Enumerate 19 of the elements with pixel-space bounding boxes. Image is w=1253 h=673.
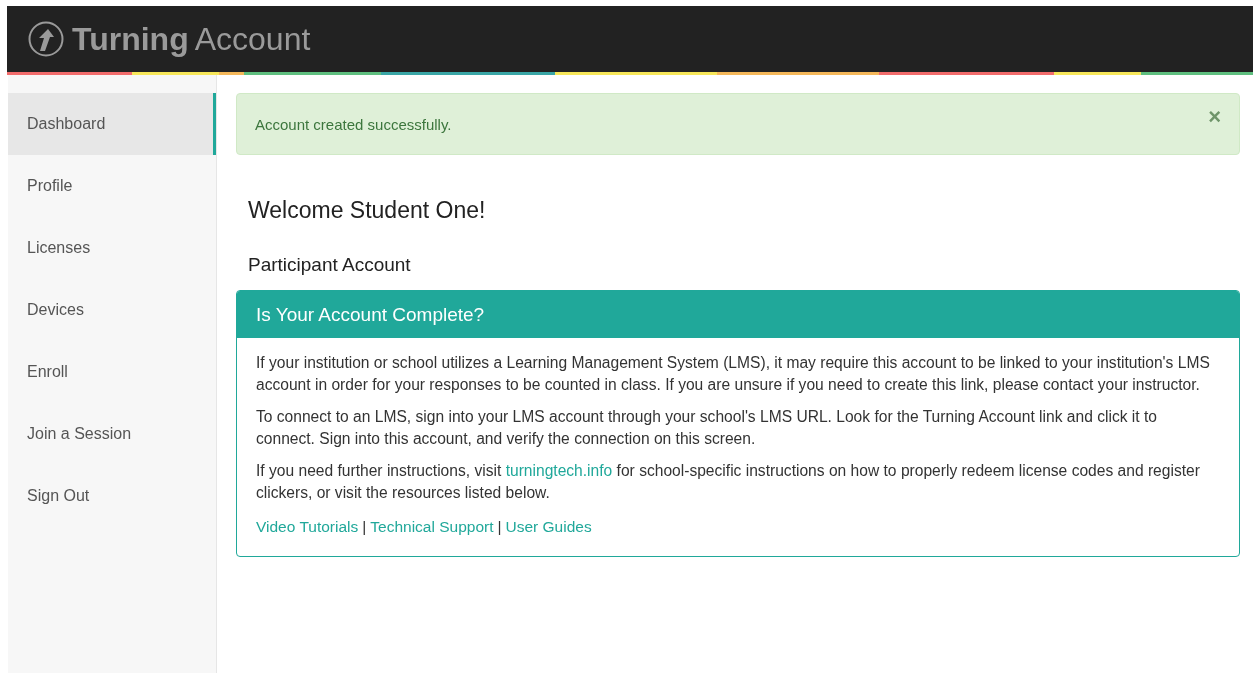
paragraph: If you need further instructions, visit turningtech.info for school-specific instructions on how to properly redeem license codes and register clickers, or visit the resources listed below.	[256, 461, 1201, 503]
sidebar-item[interactable]: Sign Out	[8, 465, 216, 527]
sidebar-item[interactable]: Enroll	[8, 341, 216, 403]
logo-icon	[28, 21, 64, 57]
product-name: Account	[194, 20, 311, 58]
panel-title: Is Your Account Complete?	[256, 303, 485, 326]
alert-message: Account created successfully.	[255, 115, 452, 133]
sidebar-item[interactable]: Dashboard	[8, 93, 216, 155]
separator: |	[362, 518, 367, 536]
sidebar-item[interactable]: Join a Session	[8, 403, 216, 465]
sidebar-item[interactable]: Profile	[8, 155, 216, 217]
paragraph: To connect to an LMS, sign into your LMS account through your school's LMS URL. Look for the Turning Account link and click it to connect. Sign into this account, and verify the connection on this screen.	[256, 407, 1158, 449]
account-type: Participant Account	[248, 254, 412, 276]
paragraph: If your institution or school utilizes a Learning Management System (LMS), it may require this account to be linked to your institution's LMS account in order for your responses to be counted in class. If you are unsure if you need to create this link, please contact your instructor.	[256, 353, 1211, 395]
welcome-heading: Welcome Student One!	[248, 197, 487, 224]
sidebar-item[interactable]: Devices	[8, 279, 216, 341]
sidebar-item[interactable]: Licenses	[8, 217, 216, 279]
separator: |	[497, 518, 502, 536]
brand-name: Turning	[72, 20, 189, 58]
